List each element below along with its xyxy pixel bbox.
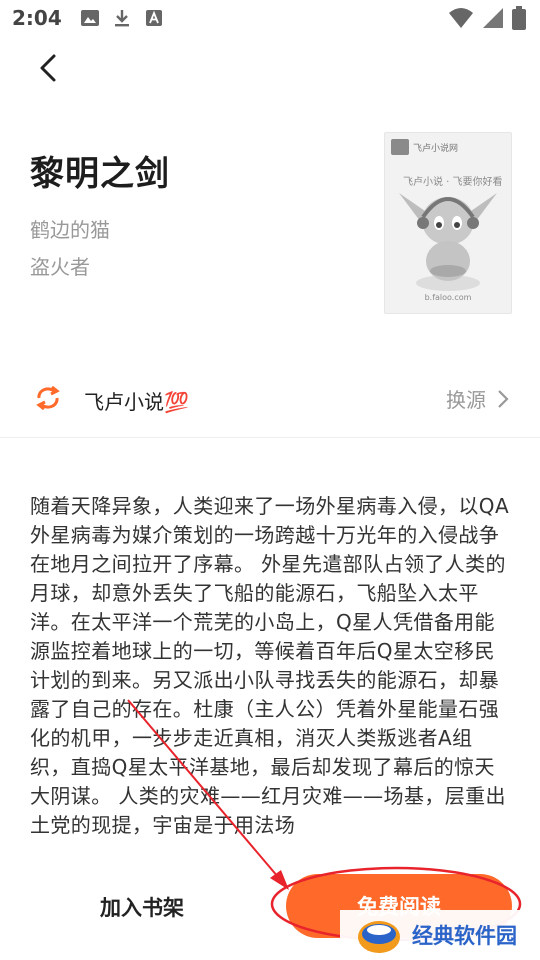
change-source-button[interactable]: 换源	[446, 384, 510, 413]
status-bar: 2:04	[0, 0, 540, 36]
watermark-text: 经典软件园	[412, 924, 517, 948]
image-icon	[80, 10, 99, 26]
mascot-icon	[399, 193, 497, 291]
chevron-right-icon	[498, 389, 509, 408]
wifi-icon	[449, 8, 473, 28]
change-source-label: 换源	[446, 388, 486, 412]
back-arrow-icon[interactable]	[28, 48, 68, 88]
notification-icons	[80, 8, 164, 28]
battery-icon	[512, 6, 526, 30]
book-category: 盗火者	[30, 255, 90, 279]
source-row: 飞卢小说💯 换源	[0, 376, 540, 422]
source-name: 飞卢小说💯	[84, 390, 189, 414]
book-title: 黎明之剑	[30, 154, 170, 194]
book-description: 随着天降异象，人类迎来了一场外星病毒入侵，以QA外星病毒为媒介策划的一场跨越十万…	[30, 494, 510, 837]
book-author: 鹤边的猫	[30, 218, 110, 242]
status-time: 2:04	[12, 6, 62, 30]
font-icon	[145, 10, 162, 26]
swap-source-icon	[36, 386, 60, 410]
signal-icon	[483, 8, 503, 28]
add-to-shelf-button[interactable]: 加入书架	[40, 878, 244, 936]
book-cover: 飞卢小说网 飞卢小说 · 飞要你好看 b.faloo.com	[384, 132, 512, 314]
divider	[0, 437, 540, 438]
watermark-logo-icon	[358, 921, 400, 953]
download-icon	[114, 10, 129, 27]
system-icons	[448, 6, 526, 30]
watermark: 经典软件园	[340, 910, 540, 960]
cover-footer: b.faloo.com	[424, 293, 472, 302]
